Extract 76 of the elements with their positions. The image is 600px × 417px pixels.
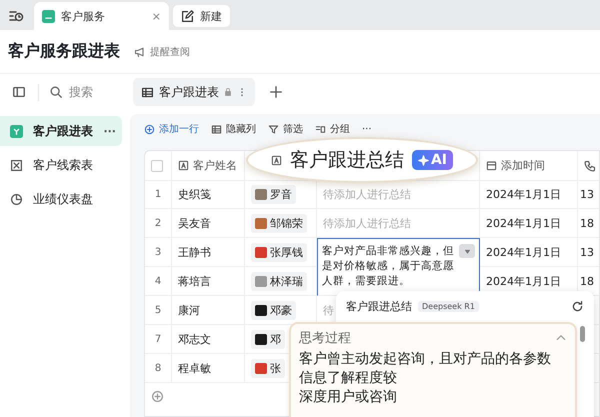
date-cell: 2024年1月1日	[480, 238, 578, 267]
table-cell: 邓志文	[172, 325, 245, 354]
callout-label: 客户跟进总结	[290, 148, 404, 173]
toolbar-button[interactable]: 添加一行	[144, 122, 199, 136]
toolbar-button[interactable]: 筛选	[268, 122, 303, 136]
edit-icon	[181, 10, 194, 22]
table-cell: 王静书	[172, 238, 245, 267]
person-chip: 邓	[251, 330, 285, 348]
date-cell: 2024年1月1日	[480, 180, 578, 209]
date-cell: 2024年1月1日	[480, 209, 578, 238]
person-chip: 邓豪	[251, 300, 296, 320]
toolbar-button[interactable]: 隐藏列	[211, 122, 256, 136]
caret-icon	[464, 248, 470, 254]
table-icon	[10, 124, 23, 138]
calendar-icon	[486, 160, 497, 171]
form-icon	[10, 158, 23, 172]
phone-icon	[584, 160, 596, 172]
row-number: 2	[145, 209, 172, 238]
add-view-icon	[269, 85, 283, 99]
table-cell: 程卓敏	[172, 354, 245, 383]
column-header[interactable]: 客户姓名	[172, 151, 245, 181]
person-chip: 邹锦荣	[251, 214, 307, 232]
table-icon	[141, 86, 154, 98]
phone-cell: 18	[578, 209, 599, 238]
row-number: 1	[145, 180, 172, 209]
model-tag: Deepseek R1	[418, 301, 479, 312]
sparkle-icon	[418, 154, 429, 166]
group-icon	[315, 124, 326, 134]
phone-cell: 13	[578, 180, 599, 209]
refresh-icon	[571, 300, 584, 313]
filter-icon	[268, 124, 279, 134]
search-field[interactable]: 搜索	[69, 84, 93, 100]
row-number: 7	[145, 325, 172, 354]
row-number: 8	[145, 354, 172, 383]
person-chip: 罗音	[251, 184, 296, 204]
row-number: 3	[145, 238, 172, 267]
table-cell: 康河	[172, 296, 245, 325]
thinking-label: 思考过程	[299, 330, 351, 347]
sidebar-item[interactable]: 客户线索表	[0, 150, 122, 180]
close-tab-button[interactable]: ×	[152, 10, 161, 22]
scrollbar-thumb	[580, 326, 585, 342]
column-header[interactable]: 添加时间	[480, 151, 578, 181]
columns-icon	[211, 124, 222, 134]
page-title: 客户服务跟进表	[8, 41, 120, 62]
table-cell: 蒋培言	[172, 267, 245, 296]
dropdown-button[interactable]	[459, 244, 475, 258]
remind-link[interactable]: 提醒查阅	[150, 44, 190, 58]
more-button[interactable]: ···	[103, 124, 116, 138]
add-icon	[144, 124, 155, 134]
ai-badge: AI	[412, 150, 454, 170]
person-chip: 张厚钱	[251, 242, 307, 262]
toolbar-button[interactable]: 分组	[315, 122, 350, 136]
thinking-text: 客户曾主动发起咨询，且对产品的各参数 信息了解程度较 深度用户或咨询	[299, 350, 552, 407]
add-row-icon	[151, 390, 164, 402]
pie-chart-icon	[10, 192, 23, 206]
phone-cell: 13	[578, 238, 599, 267]
sidebar-item[interactable]: 客户跟进表 ···	[0, 116, 122, 146]
row-number: 4	[145, 267, 172, 296]
toolbar-button[interactable]: ···	[362, 124, 372, 134]
sidebar-item[interactable]: 业绩仪表盘	[0, 184, 122, 214]
search-icon	[49, 85, 63, 99]
sheet-icon	[42, 10, 55, 22]
table-cell: 吴友音	[172, 209, 245, 238]
megaphone-icon	[134, 46, 146, 58]
text-field-icon	[178, 160, 189, 171]
popup-title: 客户跟进总结	[346, 299, 412, 314]
row-number: 5	[145, 296, 172, 325]
document-tab[interactable]: 新建	[173, 5, 230, 27]
select-all-checkbox[interactable]	[151, 160, 163, 172]
text-field-icon	[270, 154, 282, 166]
sidebar-toggle-icon	[12, 85, 26, 99]
person-chip: 张	[251, 358, 285, 378]
view-tab[interactable]: 客户跟进表	[133, 78, 255, 106]
document-tab[interactable]: 客户服务 ×	[34, 2, 169, 30]
person-chip: 林泽瑞	[251, 272, 307, 290]
table-cell: 史织笺	[172, 180, 245, 209]
